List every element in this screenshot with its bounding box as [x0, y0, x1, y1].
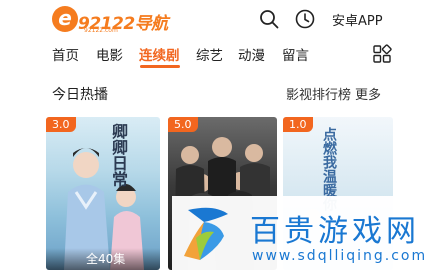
tab-variety[interactable]: 综艺	[196, 44, 223, 64]
tab-anime[interactable]: 动漫	[238, 44, 265, 64]
video-card[interactable]: 卿卿日常 3.0 全40集	[46, 117, 160, 270]
poster-title: 卿卿日常	[109, 123, 128, 187]
watermark-logo-icon	[184, 207, 228, 260]
rating-badge: 5.0	[168, 117, 198, 132]
active-tab-indicator	[140, 65, 180, 68]
logo-sub: 92122.com	[84, 27, 118, 34]
search-icon[interactable]	[258, 8, 280, 30]
rating-badge: 1.0	[283, 117, 313, 132]
category-grid-icon[interactable]	[372, 44, 392, 64]
ranking-link[interactable]: 影视排行榜	[286, 88, 351, 103]
episode-count: 全40集	[86, 252, 126, 266]
section-title: 今日热播	[52, 87, 108, 103]
history-clock-icon[interactable]	[294, 8, 316, 30]
tab-movies[interactable]: 电影	[96, 44, 123, 64]
tab-home[interactable]: 首页	[52, 44, 79, 64]
top-header: e 92122导航 92122.com 安卓APP	[0, 0, 439, 38]
watermark-title: 百贵游戏网	[250, 214, 420, 249]
episode-overlay: 全40集	[46, 248, 160, 270]
logo-e-icon: e	[52, 6, 78, 32]
android-app-link[interactable]: 安卓APP	[332, 10, 383, 29]
tab-messages[interactable]: 留言	[282, 44, 309, 64]
site-logo[interactable]: e 92122导航 92122.com	[52, 6, 202, 34]
rating-badge: 3.0	[46, 117, 76, 132]
watermark-url: www.sdqlliqing.com	[252, 248, 428, 264]
more-link[interactable]: 更多	[355, 88, 381, 103]
watermark-overlay: 百贵游戏网 www.sdqlliqing.com	[172, 196, 439, 270]
tab-series[interactable]: 连续剧	[139, 44, 180, 64]
section-links: 影视排行榜 更多	[286, 84, 385, 103]
